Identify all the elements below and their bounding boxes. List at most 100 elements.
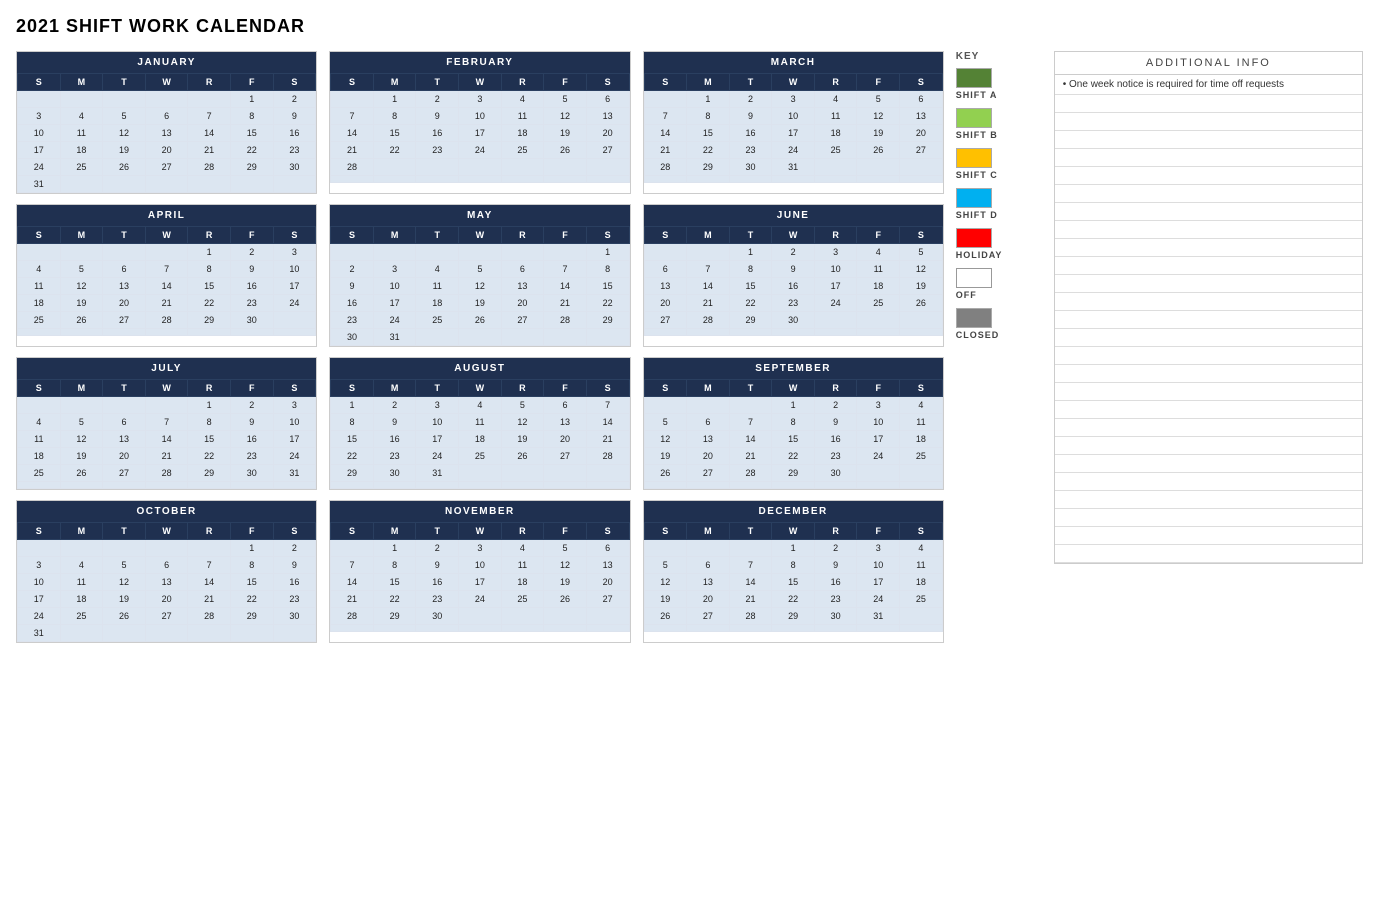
empty-cell — [273, 329, 316, 336]
day-of-week-header: T — [416, 523, 459, 540]
day-of-week-header: W — [459, 227, 502, 244]
day-cell: 21 — [544, 295, 587, 312]
month-header: FEBRUARY — [330, 52, 629, 73]
additional-row — [1055, 455, 1362, 473]
day-cell: 23 — [273, 142, 316, 159]
day-cell: 19 — [644, 591, 687, 608]
day-of-week-header: F — [230, 380, 273, 397]
day-cell: 28 — [687, 312, 730, 329]
day-of-week-header: F — [230, 74, 273, 91]
additional-row — [1055, 293, 1362, 311]
day-cell: 24 — [18, 608, 61, 625]
day-cell: 24 — [459, 591, 502, 608]
day-cell: 1 — [230, 91, 273, 108]
day-cell: 12 — [900, 261, 943, 278]
day-cell: 29 — [586, 312, 629, 329]
day-cell: 12 — [644, 431, 687, 448]
additional-row — [1055, 311, 1362, 329]
day-cell: 9 — [416, 557, 459, 574]
day-cell: 7 — [331, 557, 374, 574]
month-header: SEPTEMBER — [644, 358, 943, 379]
day-cell: 3 — [273, 244, 316, 261]
additional-row — [1055, 473, 1362, 491]
empty-cell — [900, 625, 943, 632]
empty-cell — [729, 625, 772, 632]
empty-cell — [103, 329, 146, 336]
empty-cell — [60, 244, 103, 261]
day-of-week-header: S — [644, 227, 687, 244]
empty-cell — [644, 176, 687, 183]
day-of-week-header: W — [772, 380, 815, 397]
empty-cell — [103, 91, 146, 108]
day-cell: 12 — [501, 414, 544, 431]
empty-cell — [900, 329, 943, 336]
empty-cell — [416, 482, 459, 489]
day-of-week-header: S — [273, 227, 316, 244]
day-cell: 18 — [900, 574, 943, 591]
empty-cell — [814, 312, 857, 329]
day-cell: 15 — [772, 574, 815, 591]
empty-cell — [416, 159, 459, 176]
day-cell: 30 — [772, 312, 815, 329]
day-of-week-header: M — [687, 523, 730, 540]
empty-cell — [459, 482, 502, 489]
day-cell: 27 — [145, 608, 188, 625]
empty-cell — [331, 176, 374, 183]
day-of-week-header: R — [501, 523, 544, 540]
day-cell: 16 — [416, 574, 459, 591]
key-item-shift-b: SHIFT B — [956, 108, 1042, 140]
month-header: JANUARY — [17, 52, 316, 73]
empty-cell — [188, 329, 231, 336]
day-cell: 8 — [772, 414, 815, 431]
day-cell: 10 — [18, 125, 61, 142]
empty-cell — [857, 625, 900, 632]
day-cell: 9 — [772, 261, 815, 278]
day-cell: 19 — [103, 591, 146, 608]
day-cell: 29 — [772, 608, 815, 625]
day-of-week-header: M — [687, 227, 730, 244]
day-cell: 4 — [900, 397, 943, 414]
day-cell: 23 — [230, 448, 273, 465]
day-cell: 19 — [60, 295, 103, 312]
day-cell: 12 — [60, 278, 103, 295]
page-title: 2021 SHIFT WORK CALENDAR — [16, 16, 1363, 37]
day-cell: 2 — [416, 540, 459, 557]
day-cell: 27 — [900, 142, 943, 159]
empty-cell — [459, 608, 502, 625]
day-of-week-header: M — [60, 74, 103, 91]
day-cell: 22 — [373, 591, 416, 608]
day-cell: 19 — [544, 574, 587, 591]
empty-cell — [772, 625, 815, 632]
empty-cell — [857, 159, 900, 176]
day-cell: 27 — [501, 312, 544, 329]
day-cell: 20 — [687, 448, 730, 465]
day-cell: 12 — [544, 557, 587, 574]
empty-cell — [18, 91, 61, 108]
day-cell: 8 — [230, 557, 273, 574]
day-cell: 22 — [188, 448, 231, 465]
empty-cell — [145, 176, 188, 193]
day-cell: 6 — [687, 414, 730, 431]
empty-cell — [459, 625, 502, 632]
day-of-week-header: W — [772, 227, 815, 244]
day-cell: 4 — [501, 540, 544, 557]
empty-cell — [544, 608, 587, 625]
empty-cell — [687, 397, 730, 414]
day-of-week-header: S — [586, 74, 629, 91]
day-of-week-header: R — [814, 380, 857, 397]
empty-cell — [501, 625, 544, 632]
day-cell: 11 — [900, 414, 943, 431]
empty-cell — [772, 329, 815, 336]
day-cell: 4 — [416, 261, 459, 278]
day-cell: 21 — [188, 591, 231, 608]
key-item-closed: CLOSED — [956, 308, 1042, 340]
day-cell: 21 — [586, 431, 629, 448]
day-cell: 13 — [900, 108, 943, 125]
day-cell: 25 — [459, 448, 502, 465]
day-of-week-header: F — [857, 380, 900, 397]
empty-cell — [814, 159, 857, 176]
empty-cell — [273, 482, 316, 489]
empty-cell — [331, 91, 374, 108]
day-cell: 17 — [273, 278, 316, 295]
day-cell: 10 — [459, 557, 502, 574]
